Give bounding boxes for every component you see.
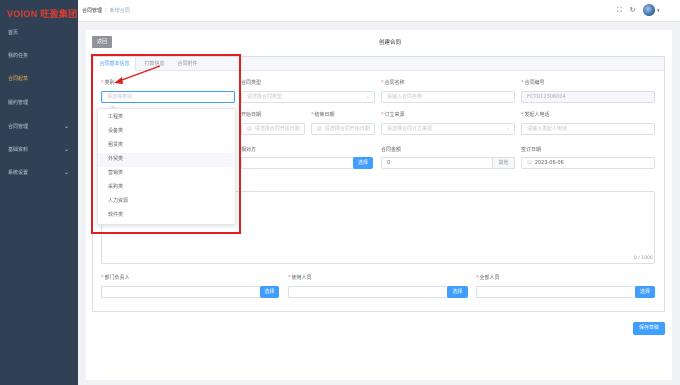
sign-date-label: 签订日期 xyxy=(521,147,542,153)
amount-input[interactable]: 0 xyxy=(381,157,493,169)
back-button[interactable]: 返回 xyxy=(92,36,112,48)
dept-head-label: *部门负责人 xyxy=(101,275,130,281)
dropdown-option-equipment[interactable]: 设备类 xyxy=(98,125,234,139)
sign-date-picker[interactable]: ▤ 2023-06-06 xyxy=(521,157,655,169)
sidebar-item-label: 基础资料 xyxy=(8,147,29,153)
save-draft-button[interactable]: 保存草稿 xyxy=(633,322,665,335)
user-input[interactable] xyxy=(288,286,448,298)
sidebar-item-contract-management[interactable]: 合同管理 ⌄ xyxy=(0,116,78,138)
user-avatar-icon[interactable] xyxy=(643,4,655,16)
chevron-down-icon: ⌄ xyxy=(63,146,69,153)
contract-name-input[interactable]: 请输入合同名称 xyxy=(381,91,515,103)
app-logo: VOION 旺盈集团 xyxy=(7,9,78,19)
chevron-down-icon[interactable]: ▾ xyxy=(657,8,660,14)
sidebar-item-label: 履约管理 xyxy=(8,100,29,106)
chevron-down-icon: ⌄ xyxy=(63,123,69,130)
dropdown-option-procurement[interactable]: 采购类 xyxy=(98,181,234,195)
chevron-up-icon: ⌃ xyxy=(225,94,230,100)
calendar-icon: ▤ xyxy=(527,160,532,166)
page-title: 创建合同 xyxy=(378,40,401,46)
breadcrumb-item[interactable]: 合同管理 xyxy=(82,8,102,14)
dropdown-option-marketing[interactable]: 营销类 xyxy=(98,167,234,181)
chevron-down-icon: ⌄ xyxy=(365,94,370,100)
contract-no-input: FCTD12306004 xyxy=(521,91,655,103)
dropdown-option-leasing[interactable]: 租赁类 xyxy=(98,139,234,153)
counterparty-input[interactable] xyxy=(241,157,355,169)
dept-head-select-button[interactable]: 选择 xyxy=(260,286,279,298)
tab-attachments[interactable]: 合同附件 xyxy=(171,57,204,71)
dropdown-option-hr[interactable]: 人力资源 xyxy=(98,195,234,209)
all-staff-input[interactable] xyxy=(476,286,636,298)
contract-type-label: 合同类型 xyxy=(241,80,262,86)
refresh-icon[interactable]: ↻ xyxy=(628,6,637,15)
sidebar-item-contract-draft[interactable]: 合同起草 xyxy=(0,68,78,90)
sidebar-item-label: 合同起草 xyxy=(8,76,29,82)
start-date-label: 开始日期 xyxy=(241,112,262,118)
counterparty-label: 相对方 xyxy=(241,147,257,153)
sidebar-item-label: 合同管理 xyxy=(8,124,29,130)
start-date-picker[interactable]: ▤ 请选择合同开始日期 xyxy=(241,123,305,135)
chevron-down-icon: ⌄ xyxy=(63,169,69,176)
dropdown-option-software[interactable]: 软件类 xyxy=(98,209,234,223)
user-label: *使用人员 xyxy=(288,275,312,281)
fullscreen-icon[interactable]: ⛶ xyxy=(615,6,624,15)
textarea-counter: 0 / 1000 xyxy=(634,256,653,261)
initiator-phone-input[interactable]: 请输入发起人电话 xyxy=(521,123,655,135)
dept-head-input[interactable] xyxy=(101,286,261,298)
user-select-button[interactable]: 选择 xyxy=(447,286,468,298)
all-staff-select-button[interactable]: 选择 xyxy=(635,286,655,298)
calendar-icon: ▤ xyxy=(247,126,252,132)
dropdown-option-foreign-trade[interactable]: 外贸类 xyxy=(98,153,234,167)
sidebar-item-label: 首页 xyxy=(8,30,19,36)
order-source-label: *订立来源 xyxy=(381,112,405,118)
sidebar-item-fulfillment[interactable]: 履约管理 xyxy=(0,92,78,114)
breadcrumb-current: 新增合同 xyxy=(109,8,130,14)
breadcrumb: 合同管理 / 新增合同 xyxy=(82,7,130,14)
contract-name-label: *合同名称 xyxy=(381,80,405,86)
end-date-picker[interactable]: ▤ 请选择合同开始日期 xyxy=(311,123,375,135)
sidebar-item-basic-data[interactable]: 基础资料 ⌄ xyxy=(0,139,78,161)
counterparty-select-button[interactable]: 选择 xyxy=(353,157,373,169)
all-staff-label: *全部人员 xyxy=(476,275,500,281)
sidebar-item-label: 系统设置 xyxy=(8,170,29,176)
annotation-arrow-icon xyxy=(114,65,161,84)
amount-unit-select[interactable]: 其他 xyxy=(492,157,515,169)
amount-label: 合同金额 xyxy=(381,147,402,153)
category-select[interactable]: 请选择类别 ⌃ xyxy=(101,91,235,103)
sidebar-item-label: 我的任务 xyxy=(8,53,29,59)
contract-type-select[interactable]: 请选择合同类型 ⌄ xyxy=(241,91,375,103)
top-bar: 合同管理 / 新增合同 xyxy=(78,0,680,22)
end-date-label: *结束日期 xyxy=(311,112,335,118)
sidebar-item-home[interactable]: 首页 xyxy=(0,22,78,44)
order-source-select[interactable]: 请选择合同订立来源 ⌄ xyxy=(381,123,515,135)
sidebar-item-system-settings[interactable]: 系统设置 ⌄ xyxy=(0,162,78,184)
initiator-phone-label: *发起人电话 xyxy=(521,112,550,118)
sidebar-item-my-tasks[interactable]: 我的任务 xyxy=(0,45,78,67)
chevron-down-icon: ⌄ xyxy=(505,126,510,132)
calendar-icon: ▤ xyxy=(317,126,322,132)
contract-no-label: *合同编号 xyxy=(521,80,545,86)
breadcrumb-separator: / xyxy=(105,8,107,14)
dropdown-option-engineering[interactable]: 工程类 xyxy=(98,111,234,125)
